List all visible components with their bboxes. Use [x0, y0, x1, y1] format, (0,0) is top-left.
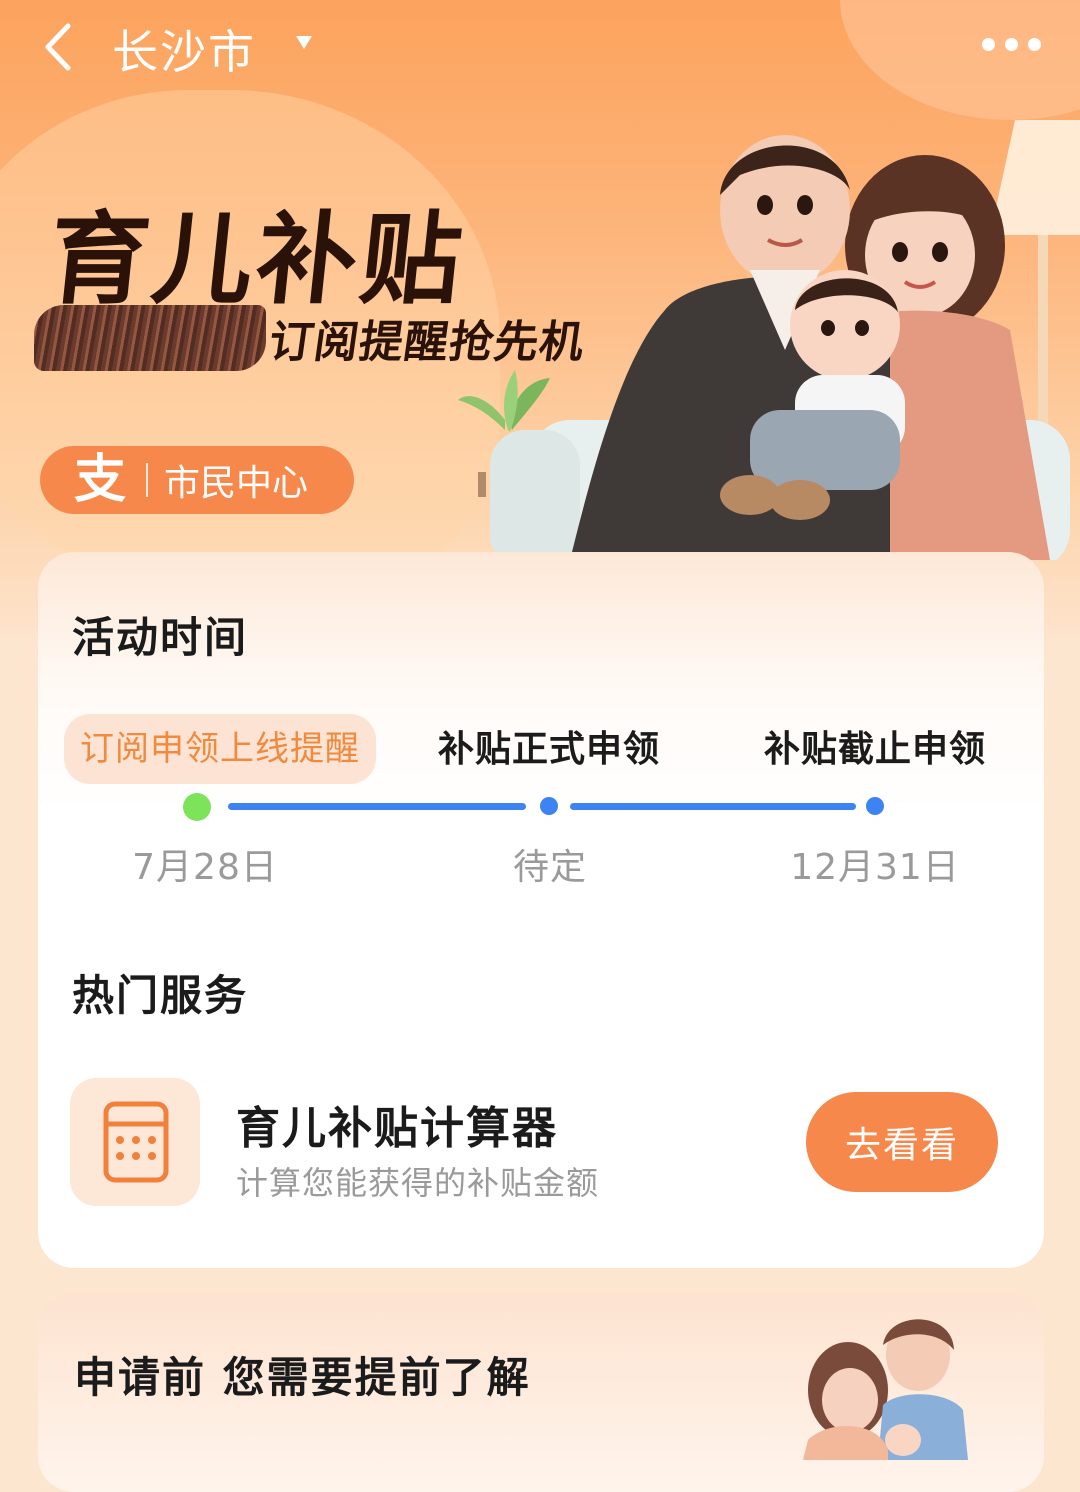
calculator-icon — [103, 1101, 169, 1183]
top-bar: 长沙市 — [0, 0, 1080, 95]
info-card-title: 申请前 您需要提前了解 — [74, 1353, 531, 1402]
services-section-title: 热门服务 — [72, 971, 249, 1020]
couple-illustration — [803, 1319, 968, 1460]
timeline-line — [570, 803, 856, 810]
badge-label: 市民中心 — [164, 463, 309, 504]
calculator-tile[interactable] — [70, 1078, 200, 1206]
timeline-dot — [866, 797, 884, 815]
caret-down-icon[interactable] — [296, 36, 312, 49]
go-see-button[interactable]: 去看看 — [806, 1092, 998, 1192]
service-name[interactable]: 育儿补贴计算器 — [236, 1092, 558, 1156]
citizen-center-badge[interactable]: 支 市民中心 — [40, 446, 354, 514]
info-card[interactable]: 申请前 您需要提前了解 — [38, 1292, 1044, 1492]
milestone-apply: 补贴正式申领 — [437, 729, 660, 770]
milestone-deadline: 补贴截止申领 — [763, 729, 986, 770]
timeline-line — [228, 803, 526, 810]
milestone-date: 待定 — [512, 847, 587, 888]
service-description: 计算您能获得的补贴金额 — [236, 1164, 600, 1202]
activity-section-title: 活动时间 — [72, 613, 249, 662]
chevron-left-icon[interactable] — [38, 22, 88, 72]
milestone-subscribe[interactable]: 订阅申领上线提醒 — [64, 714, 376, 784]
hero-banner: 长沙市 育儿补贴 订阅提醒抢先机 支 市民中心 — [0, 0, 1080, 640]
timeline-dot — [540, 797, 558, 815]
milestone-date: 7月28日 — [132, 847, 278, 888]
milestone-date: 12月31日 — [790, 847, 960, 888]
family-illustration — [458, 120, 1080, 560]
more-dots-icon[interactable] — [982, 38, 1046, 54]
timeline-dot-active — [183, 793, 211, 821]
redacted-scribble — [34, 305, 266, 371]
badge-divider — [146, 463, 148, 497]
alipay-logo-icon: 支 — [73, 450, 126, 510]
city-selector[interactable]: 长沙市 — [112, 16, 256, 82]
